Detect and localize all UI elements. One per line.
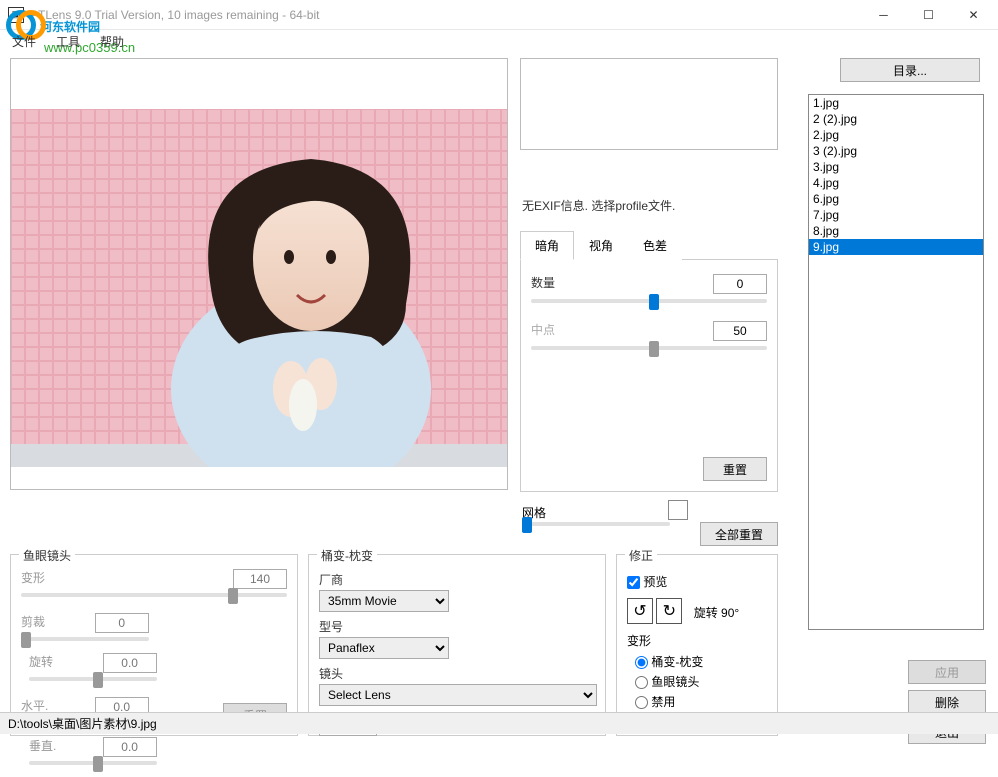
rotate-ccw-button[interactable]: ↺ bbox=[627, 598, 653, 624]
file-item[interactable]: 8.jpg bbox=[809, 223, 983, 239]
radio-fisheye[interactable] bbox=[635, 676, 648, 689]
correction-title: 修正 bbox=[625, 547, 657, 564]
file-item[interactable]: 2.jpg bbox=[809, 127, 983, 143]
radio-disable[interactable] bbox=[635, 696, 648, 709]
window-title: PTLens 9.0 Trial Version, 10 images rema… bbox=[30, 8, 861, 22]
fisheye-group: 鱼眼镜头 变形 140 剪裁 0 旋转 0.0 水平. 0.0 bbox=[10, 554, 298, 736]
crop-value[interactable]: 0 bbox=[95, 613, 149, 633]
vert-label: 垂直. bbox=[29, 737, 69, 754]
file-item[interactable]: 3.jpg bbox=[809, 159, 983, 175]
rotate-cw-button[interactable]: ↻ bbox=[656, 598, 682, 624]
file-list[interactable]: 1.jpg2 (2).jpg2.jpg3 (2).jpg3.jpg4.jpg6.… bbox=[808, 94, 984, 630]
grid-slider[interactable] bbox=[522, 522, 670, 526]
file-item[interactable]: 1.jpg bbox=[809, 95, 983, 111]
menu-file[interactable]: 文件 bbox=[8, 31, 40, 52]
file-item[interactable]: 2 (2).jpg bbox=[809, 111, 983, 127]
menu-tools[interactable]: 工具 bbox=[52, 31, 84, 52]
amount-value[interactable]: 0 bbox=[713, 274, 767, 294]
midpoint-label: 中点 bbox=[531, 321, 581, 338]
tab-vignette[interactable]: 暗角 bbox=[520, 231, 574, 260]
statusbar: D:\tools\桌面\图片素材\9.jpg bbox=[0, 712, 998, 734]
amount-slider[interactable] bbox=[531, 299, 767, 303]
file-item[interactable]: 3 (2).jpg bbox=[809, 143, 983, 159]
maker-label: 厂商 bbox=[319, 571, 595, 588]
rotate-label: 旋转 bbox=[29, 653, 69, 670]
tab-reset-button[interactable]: 重置 bbox=[703, 457, 767, 481]
distort-value[interactable]: 140 bbox=[233, 569, 287, 589]
grid-checkbox[interactable] bbox=[668, 500, 688, 520]
distort-section-label: 变形 bbox=[627, 632, 767, 649]
exif-message: 无EXIF信息. 选择profile文件. bbox=[522, 197, 675, 214]
file-item[interactable]: 9.jpg bbox=[809, 239, 983, 255]
exif-panel bbox=[520, 58, 778, 150]
status-path: D:\tools\桌面\图片素材\9.jpg bbox=[8, 717, 157, 731]
tab-chroma[interactable]: 色差 bbox=[628, 231, 682, 260]
model-select[interactable]: Panaflex bbox=[319, 637, 449, 659]
close-button[interactable]: ✕ bbox=[951, 1, 996, 29]
delete-button[interactable]: 删除 bbox=[908, 690, 986, 714]
lens-select[interactable]: Select Lens bbox=[319, 684, 597, 706]
preview-label: 预览 bbox=[643, 575, 667, 589]
midpoint-slider[interactable] bbox=[531, 346, 767, 350]
midpoint-value[interactable]: 50 bbox=[713, 321, 767, 341]
maximize-button[interactable]: ☐ bbox=[906, 1, 951, 29]
adjustment-tabs: 暗角 视角 色差 数量 0 中点 50 重置 bbox=[520, 230, 778, 492]
directory-button[interactable]: 目录... bbox=[840, 58, 980, 82]
apply-button[interactable]: 应用 bbox=[908, 660, 986, 684]
titlebar: ▣ PTLens 9.0 Trial Version, 10 images re… bbox=[0, 0, 998, 30]
distort-slider[interactable] bbox=[21, 593, 287, 597]
file-item[interactable]: 4.jpg bbox=[809, 175, 983, 191]
menu-help[interactable]: 帮助 bbox=[96, 31, 128, 52]
all-reset-button[interactable]: 全部重置 bbox=[700, 522, 778, 546]
preview-image bbox=[11, 109, 507, 467]
crop-label: 剪裁 bbox=[21, 613, 61, 630]
preview-checkbox[interactable] bbox=[627, 576, 640, 589]
minimize-button[interactable]: ─ bbox=[861, 1, 906, 29]
fisheye-title: 鱼眼镜头 bbox=[19, 547, 75, 564]
menubar: 文件 工具 帮助 bbox=[0, 30, 998, 52]
model-label: 型号 bbox=[319, 618, 595, 635]
barrel-title: 桶变-枕变 bbox=[317, 547, 377, 564]
crop-slider[interactable] bbox=[21, 637, 149, 641]
rotate-slider[interactable] bbox=[29, 677, 157, 681]
file-item[interactable]: 6.jpg bbox=[809, 191, 983, 207]
file-item[interactable]: 7.jpg bbox=[809, 207, 983, 223]
vert-value[interactable]: 0.0 bbox=[103, 737, 157, 757]
rotate-value[interactable]: 0.0 bbox=[103, 653, 157, 673]
app-icon: ▣ bbox=[8, 7, 24, 23]
maker-select[interactable]: 35mm Movie bbox=[319, 590, 449, 612]
barrel-group: 桶变-枕变 厂商 35mm Movie 型号 Panaflex 镜头 Selec… bbox=[308, 554, 606, 736]
correction-group: 修正 预览 ↺ ↻ 旋转 90° 变形 桶变-枕变 鱼眼镜头 禁用 bbox=[616, 554, 778, 736]
amount-label: 数量 bbox=[531, 274, 581, 291]
preview-panel bbox=[10, 58, 508, 490]
rotate-90-label: 旋转 90° bbox=[694, 606, 739, 620]
vert-slider[interactable] bbox=[29, 761, 157, 765]
tab-angle[interactable]: 视角 bbox=[574, 231, 628, 260]
lens-label: 镜头 bbox=[319, 665, 595, 682]
distort-label: 变形 bbox=[21, 569, 61, 586]
radio-barrel[interactable] bbox=[635, 656, 648, 669]
